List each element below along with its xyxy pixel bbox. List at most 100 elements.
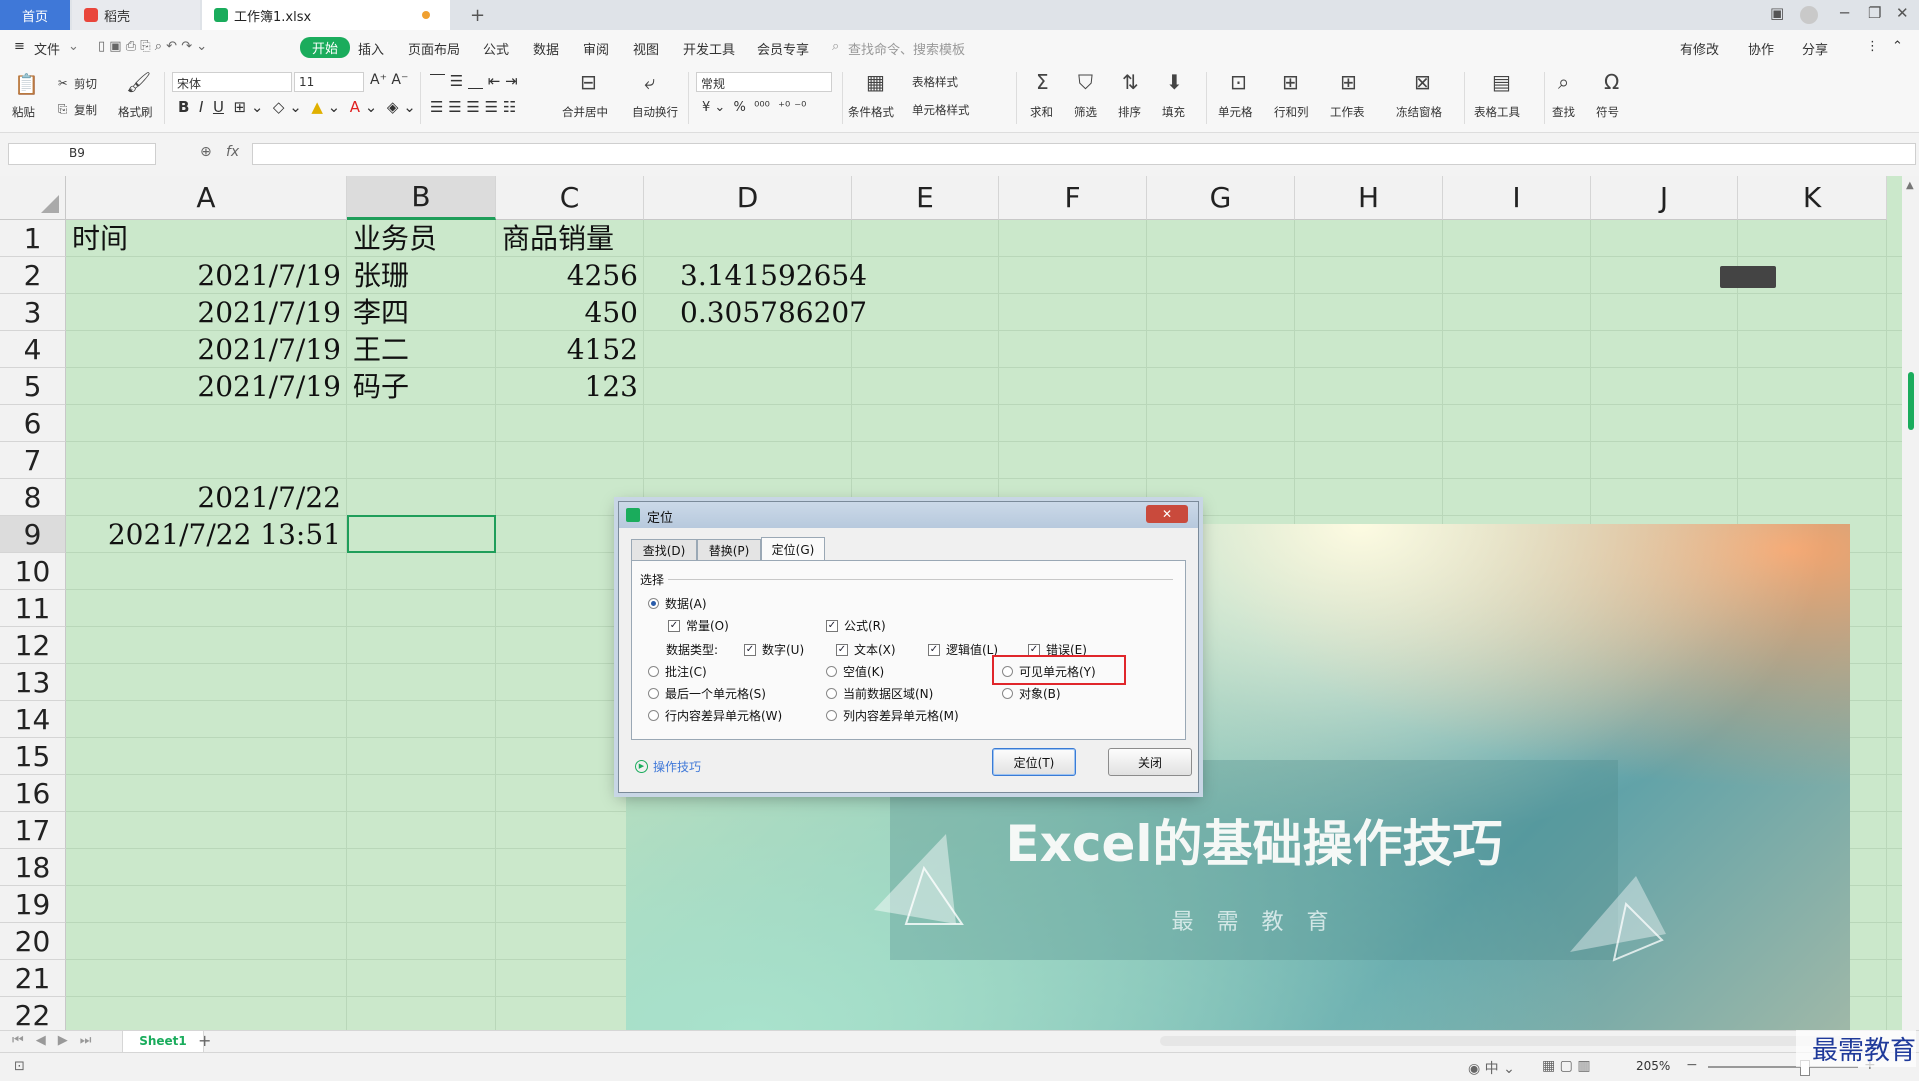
macro-icon[interactable]: ⊡: [14, 1059, 25, 1074]
dialog-close-icon[interactable]: ✕: [1146, 505, 1188, 523]
font-size-up-icon[interactable]: A⁺ A⁻: [370, 72, 408, 88]
cell-icon[interactable]: ⊡: [1230, 70, 1247, 94]
cell-a2[interactable]: 2021/7/19: [66, 257, 341, 294]
row-header-18[interactable]: 18: [0, 849, 66, 886]
dialog-titlebar[interactable]: 定位 ✕: [619, 502, 1198, 528]
cut-button[interactable]: 剪切: [74, 76, 97, 92]
quick-access-icons[interactable]: ▯ ▣ ⎙ ⎘ ⌕ ↶ ↷ ⌄: [98, 39, 207, 54]
tab-find[interactable]: 查找(D): [631, 539, 697, 561]
eye-protect-icon[interactable]: ◉ 中 ⌄: [1468, 1058, 1515, 1078]
modified-button[interactable]: 有修改: [1680, 39, 1719, 58]
row-header-2[interactable]: 2: [0, 257, 66, 294]
row-header-13[interactable]: 13: [0, 664, 66, 701]
vertical-scrollbar[interactable]: ▲: [1902, 176, 1919, 1030]
collapse-ribbon-icon[interactable]: ⌃: [1892, 39, 1903, 54]
radio-col-diff[interactable]: 列内容差异单元格(M): [826, 707, 959, 724]
collab-button[interactable]: 协作: [1748, 39, 1774, 58]
fx-icon[interactable]: fx: [226, 144, 239, 160]
menu-member[interactable]: 会员专享: [757, 39, 809, 58]
goto-ok-button[interactable]: 定位(T): [992, 748, 1076, 776]
add-sheet-button[interactable]: +: [198, 1031, 211, 1050]
cell-a5[interactable]: 2021/7/19: [66, 368, 341, 405]
cell-c1[interactable]: 商品销量: [502, 220, 614, 257]
fill-icon[interactable]: ⬇: [1166, 70, 1183, 94]
scroll-thumb[interactable]: [1908, 372, 1914, 430]
sheet-tab-sheet1[interactable]: Sheet1: [122, 1031, 204, 1053]
row-header-22[interactable]: 22: [0, 997, 66, 1030]
name-box[interactable]: B9: [8, 143, 156, 165]
row-header-20[interactable]: 20: [0, 923, 66, 960]
row-header-10[interactable]: 10: [0, 553, 66, 590]
cond-format-icon[interactable]: ▦: [866, 70, 885, 94]
command-search-input[interactable]: 查找命令、搜索模板: [848, 39, 965, 58]
col-header-g[interactable]: G: [1147, 176, 1295, 220]
row-header-14[interactable]: 14: [0, 701, 66, 738]
chevron-down-icon[interactable]: ⌄: [68, 39, 79, 54]
check-number[interactable]: ✓ 数字(U): [744, 641, 804, 658]
find-icon[interactable]: ⌕: [1558, 70, 1569, 94]
cell-a4[interactable]: 2021/7/19: [66, 331, 341, 368]
cell-b1[interactable]: 业务员: [353, 220, 437, 257]
freeze-icon[interactable]: ⊠: [1414, 70, 1431, 94]
tab-goto[interactable]: 定位(G): [761, 537, 825, 561]
layout-icon[interactable]: ▣: [1770, 4, 1784, 22]
sheet-nav-icons[interactable]: ⏮◀▶⏭: [12, 1033, 103, 1048]
cell-d3[interactable]: 0.305786207: [680, 294, 867, 331]
horizontal-scrollbar[interactable]: [1160, 1036, 1860, 1046]
dialog-close-button[interactable]: 关闭: [1108, 748, 1192, 776]
col-header-b[interactable]: B: [347, 176, 496, 220]
cell-b5[interactable]: 码子: [353, 368, 409, 405]
menu-insert[interactable]: 插入: [358, 39, 384, 58]
find-button[interactable]: 查找: [1552, 104, 1575, 120]
row-header-12[interactable]: 12: [0, 627, 66, 664]
col-header-k[interactable]: K: [1738, 176, 1887, 220]
font-size-select[interactable]: 11: [294, 72, 364, 92]
symbol-button[interactable]: 符号: [1596, 104, 1619, 120]
row-header-5[interactable]: 5: [0, 368, 66, 405]
zoom-level[interactable]: 205%: [1636, 1059, 1670, 1073]
radio-data[interactable]: 数据(A): [648, 595, 707, 612]
font-style-icons[interactable]: B I U ⊞ ⌄ ◇ ⌄ ▲ ⌄ A ⌄ ◈ ⌄: [178, 98, 416, 116]
tab-home[interactable]: 首页: [0, 0, 70, 30]
tips-link[interactable]: ▶ 操作技巧: [635, 758, 701, 775]
paste-button[interactable]: 粘贴: [12, 104, 35, 120]
col-header-c[interactable]: C: [496, 176, 644, 220]
cell-b3[interactable]: 李四: [353, 294, 409, 331]
zoom-out-icon[interactable]: −: [1686, 1057, 1698, 1073]
close-window-icon[interactable]: ✕: [1896, 4, 1909, 22]
row-col-icon[interactable]: ⊞: [1282, 70, 1299, 94]
col-header-j[interactable]: J: [1591, 176, 1738, 220]
select-all-corner[interactable]: [0, 176, 66, 220]
sort-button[interactable]: 排序: [1118, 104, 1141, 120]
table-style-button[interactable]: 表格样式: [912, 74, 958, 90]
selected-cell-b9[interactable]: [347, 515, 496, 553]
cell-c2[interactable]: 4256: [496, 257, 638, 294]
new-tab-button[interactable]: +: [458, 0, 485, 30]
number-format-icons[interactable]: ¥ ⌄ % ⁰⁰⁰ ⁺⁰ ⁻⁰: [702, 100, 806, 115]
wrap-button[interactable]: 自动换行: [632, 104, 678, 120]
cell-button[interactable]: 单元格: [1218, 104, 1253, 120]
check-text[interactable]: ✓ 文本(X): [836, 641, 896, 658]
worksheet-icon[interactable]: ⊞: [1340, 70, 1357, 94]
cell-c4[interactable]: 4152: [496, 331, 638, 368]
row-header-19[interactable]: 19: [0, 886, 66, 923]
format-painter-icon[interactable]: 🖌: [126, 70, 151, 94]
radio-object[interactable]: 对象(B): [1002, 685, 1061, 702]
symbol-icon[interactable]: Ω: [1604, 70, 1619, 94]
number-format-select[interactable]: 常规: [696, 72, 832, 92]
tab-replace[interactable]: 替换(P): [697, 539, 761, 561]
filter-icon[interactable]: ⛉: [1078, 70, 1093, 94]
merge-button[interactable]: 合并居中: [562, 104, 608, 120]
sum-icon[interactable]: Σ: [1036, 70, 1049, 94]
radio-current-region[interactable]: 当前数据区域(N): [826, 685, 933, 702]
cell-c3[interactable]: 450: [496, 294, 638, 331]
font-family-select[interactable]: 宋体: [172, 72, 292, 92]
table-tools-icon[interactable]: ▤: [1492, 70, 1511, 94]
row-header-7[interactable]: 7: [0, 442, 66, 479]
check-constant[interactable]: ✓ 常量(O): [668, 617, 729, 634]
cell-a8[interactable]: 2021/7/22: [66, 479, 341, 516]
col-header-h[interactable]: H: [1295, 176, 1443, 220]
row-col-button[interactable]: 行和列: [1274, 104, 1309, 120]
filter-button[interactable]: 筛选: [1074, 104, 1097, 120]
tab-docer[interactable]: 稻壳: [72, 0, 200, 30]
